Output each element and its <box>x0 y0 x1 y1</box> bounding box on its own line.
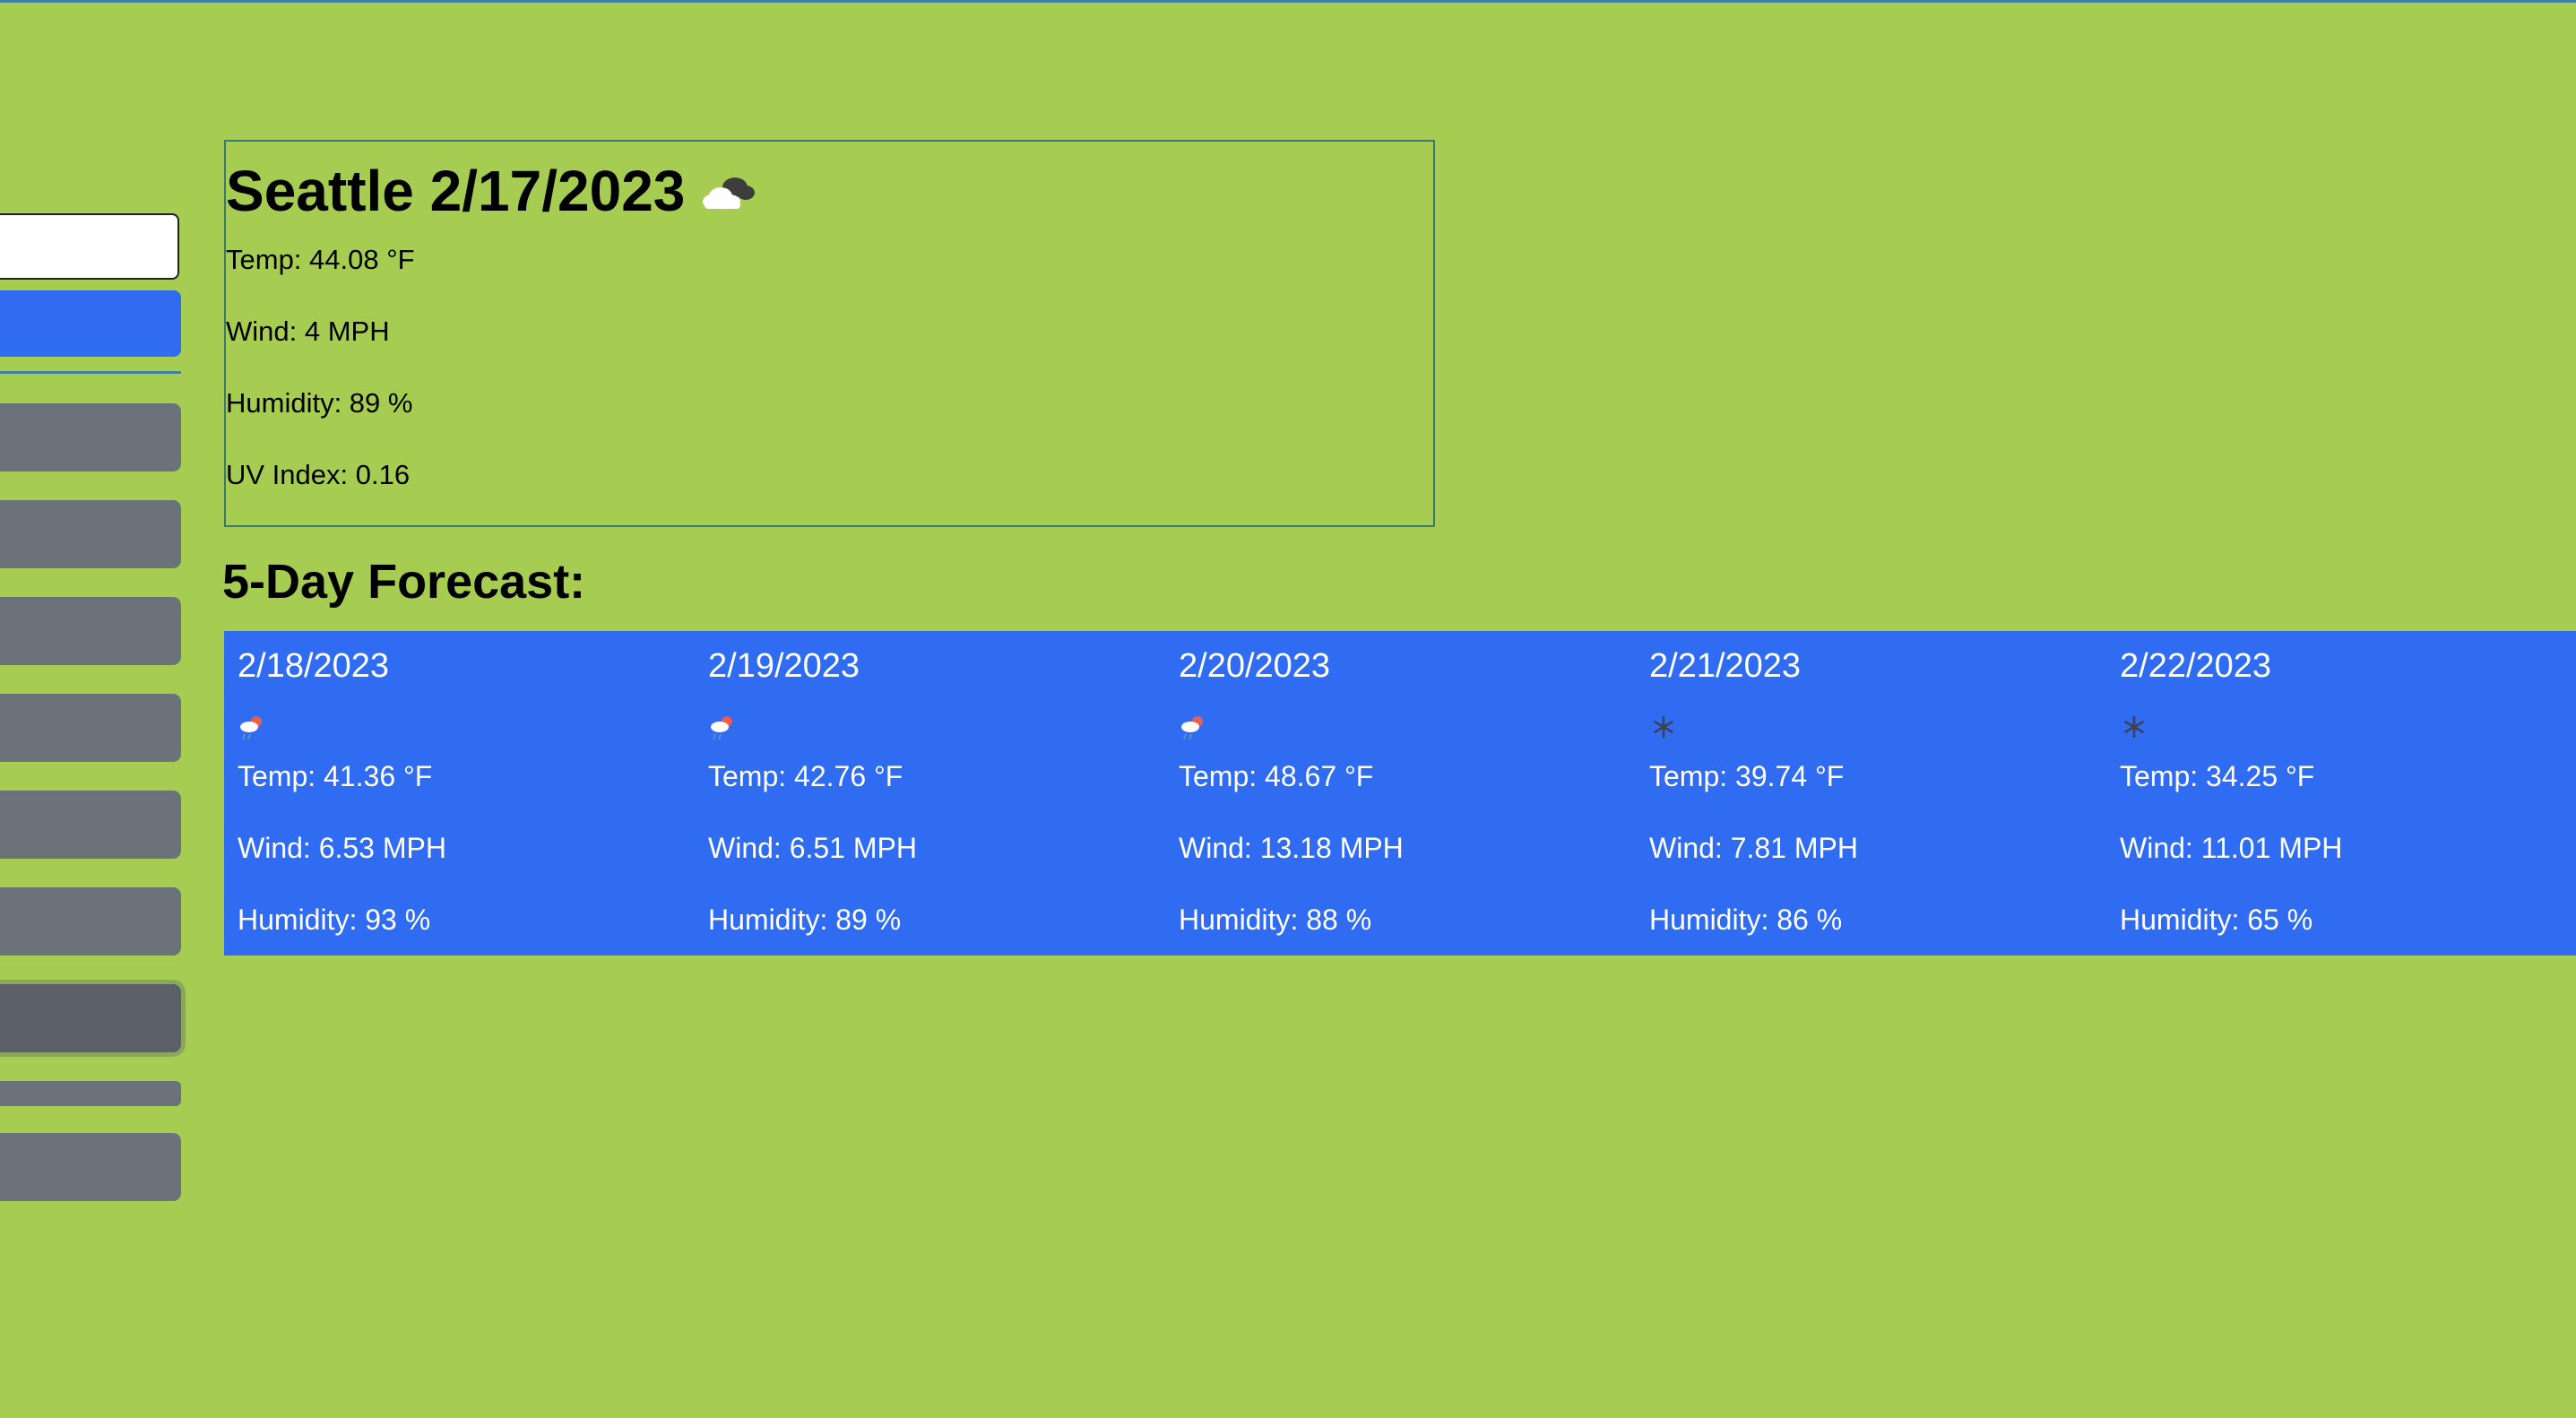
rain-snow-icon <box>711 716 732 740</box>
snowflake-icon <box>2124 715 2144 739</box>
forecast-wind: Wind: 6.51 MPH <box>708 832 917 864</box>
forecast-wind: Wind: 7.81 MPH <box>1649 832 1858 864</box>
forecast-date: 2/19/2023 <box>708 647 860 685</box>
history-city-button[interactable] <box>0 1133 181 1201</box>
forecast-date: 2/22/2023 <box>2120 647 2272 685</box>
current-uv-index: UV Index: 0.16 <box>226 459 411 490</box>
forecast-date: 2/21/2023 <box>1649 647 1802 685</box>
current-weather-card: Seattle 2/17/2023 Temp: 44.08 °F Wind: 4… <box>224 140 1435 527</box>
history-city-button[interactable] <box>0 791 181 859</box>
rain-snow-icon <box>240 716 262 740</box>
forecast-day-card: 2/20/2023 Temp: 48.67 °F Wind: 13.18 MPH… <box>1165 631 1631 955</box>
forecast-date: 2/18/2023 <box>238 647 390 685</box>
history-city-button[interactable] <box>0 403 181 471</box>
history-city-button[interactable] <box>0 500 181 568</box>
history-city-button[interactable] <box>0 694 181 762</box>
forecast-wind: Wind: 11.01 MPH <box>2120 832 2343 864</box>
city-search-input[interactable] <box>0 213 179 280</box>
forecast-wind: Wind: 6.53 MPH <box>238 832 446 864</box>
forecast-humidity: Humidity: 88 % <box>1179 904 1372 936</box>
forecast-humidity: Humidity: 65 % <box>2120 904 2313 936</box>
forecast-strip: 2/18/2023 Temp: 41.36 °F Wind: 6.53 MPH … <box>224 631 2576 955</box>
forecast-humidity: Humidity: 86 % <box>1649 904 1843 936</box>
forecast-day-card: 2/18/2023 Temp: 41.36 °F Wind: 6.53 MPH … <box>224 631 690 955</box>
forecast-day-card: 2/22/2023 Temp: 34.25 °F Wind: 11.01 MPH… <box>2106 631 2572 955</box>
broken-clouds-icon <box>703 177 756 209</box>
forecast-temp: Temp: 48.67 °F <box>1179 760 1374 792</box>
city-date: Seattle 2/17/2023 <box>226 159 686 223</box>
forecast-wind: Wind: 13.18 MPH <box>1179 832 1404 864</box>
forecast-temp: Temp: 34.25 °F <box>2120 760 2315 792</box>
search-button[interactable] <box>0 290 181 357</box>
rain-snow-icon <box>1181 716 1203 740</box>
snowflake-icon <box>1654 715 1673 739</box>
top-border <box>0 0 2576 3</box>
sidebar-divider <box>0 371 181 374</box>
forecast-temp: Temp: 42.76 °F <box>708 760 903 792</box>
forecast-temp: Temp: 41.36 °F <box>238 760 433 792</box>
forecast-humidity: Humidity: 93 % <box>238 904 431 936</box>
history-city-button[interactable] <box>0 1081 181 1106</box>
forecast-day-card: 2/19/2023 Temp: 42.76 °F Wind: 6.51 MPH … <box>695 631 1161 955</box>
forecast-heading: 5-Day Forecast: <box>222 555 586 609</box>
current-temp: Temp: 44.08 °F <box>226 244 415 275</box>
history-city-button[interactable] <box>0 887 181 955</box>
forecast-day-card: 2/21/2023 Temp: 39.74 °F Wind: 7.81 MPH … <box>1636 631 2102 955</box>
current-wind: Wind: 4 MPH <box>226 316 390 347</box>
current-title: Seattle 2/17/2023 <box>226 158 756 224</box>
history-city-button[interactable] <box>0 597 181 665</box>
forecast-temp: Temp: 39.74 °F <box>1649 760 1845 792</box>
current-humidity: Humidity: 89 % <box>226 387 413 419</box>
sidebar <box>0 0 188 1418</box>
forecast-date: 2/20/2023 <box>1179 647 1331 685</box>
forecast-humidity: Humidity: 89 % <box>708 904 902 936</box>
history-city-button[interactable] <box>0 984 181 1052</box>
